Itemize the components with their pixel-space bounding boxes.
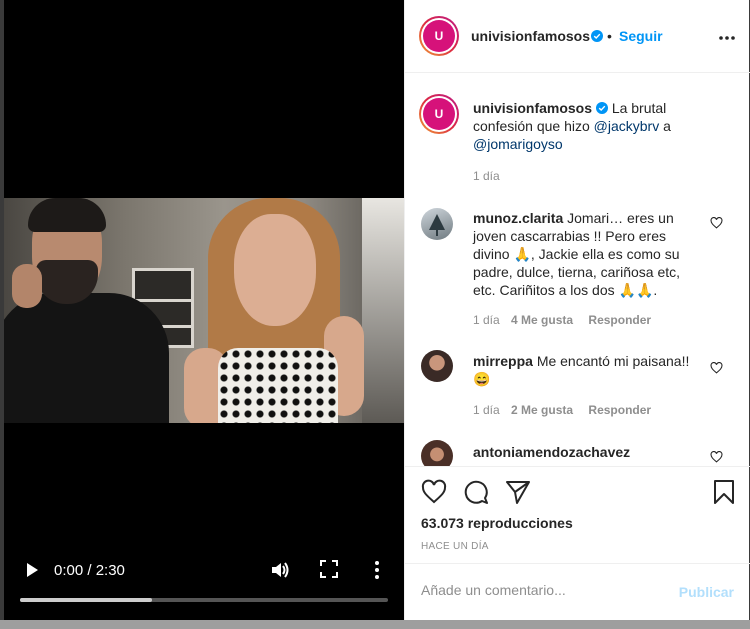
views-count[interactable]: 63.073 reproducciones (421, 515, 573, 531)
reply-button[interactable]: Responder (588, 313, 651, 327)
comment-avatar[interactable] (421, 440, 453, 466)
video-time: 0:00 / 2:30 (54, 562, 125, 579)
comment-likes[interactable]: 4 Me gusta (511, 313, 573, 327)
comment-text: mirreppa Me encantó mi paisana!!😄 (473, 353, 690, 387)
comment-avatar[interactable] (421, 350, 453, 382)
comment-bubble-icon[interactable] (463, 479, 489, 505)
publish-button[interactable]: Publicar (679, 584, 734, 600)
comment-text: antoniamendozachavez (473, 443, 693, 461)
like-comment-heart-icon[interactable] (710, 451, 723, 463)
reply-button[interactable]: Responder (588, 403, 651, 417)
post-header: U univisionfamosos • Seguir (405, 0, 750, 73)
caption-username[interactable]: univisionfamosos (473, 100, 592, 116)
avatar[interactable]: U (419, 16, 459, 56)
header-username[interactable]: univisionfamosos (471, 28, 590, 44)
video-frame (4, 198, 404, 423)
video-controls: 0:00 / 2:30 (4, 550, 404, 620)
comment-username[interactable]: antoniamendozachavez (473, 444, 630, 460)
caption-text: univisionfamosos La brutal confesión que… (473, 100, 671, 152)
comment-text: munoz.clarita Jomari… eres un joven casc… (473, 210, 681, 298)
video-person-left (4, 198, 169, 423)
caption-avatar[interactable]: U (419, 94, 459, 134)
post-timestamp: HACE UN DÍA (421, 541, 489, 552)
mention-link[interactable]: @jomarigoyso (473, 136, 563, 152)
video-progress-fill (20, 598, 153, 602)
video-progress-bar[interactable] (20, 598, 388, 602)
play-icon[interactable] (24, 562, 40, 578)
volume-icon[interactable] (270, 560, 290, 580)
page-bottom-strip (0, 620, 750, 629)
verified-badge-icon (595, 102, 608, 114)
more-vertical-icon[interactable] (370, 560, 384, 580)
instagram-post-modal: 0:00 / 2:30 U univisionfamosos • Seguir … (0, 0, 750, 629)
fullscreen-icon[interactable] (320, 560, 338, 578)
comment-input[interactable] (421, 582, 671, 598)
univision-logo-icon: U (423, 20, 455, 52)
comment-likes[interactable]: 2 Me gusta (511, 403, 573, 417)
comment-composer: Publicar (405, 563, 750, 620)
comment-username[interactable]: munoz.clarita (473, 210, 563, 226)
comment-username[interactable]: mirreppa (473, 353, 533, 369)
comment-meta: 1 día 2 Me gusta Responder (473, 403, 652, 417)
share-send-icon[interactable] (505, 479, 531, 505)
video-player[interactable]: 0:00 / 2:30 (4, 0, 404, 620)
like-comment-heart-icon[interactable] (710, 217, 723, 229)
like-comment-heart-icon[interactable] (710, 362, 723, 374)
like-heart-icon[interactable] (421, 479, 447, 505)
post-actions: 63.073 reproducciones HACE UN DÍA (405, 466, 750, 562)
post-side-panel: U univisionfamosos • Seguir U univisionf… (404, 0, 750, 620)
more-options-icon[interactable] (718, 35, 736, 41)
verified-badge-icon (591, 30, 603, 42)
comment-avatar[interactable] (421, 208, 453, 240)
caption-time: 1 día (473, 169, 500, 183)
video-person-right (184, 198, 364, 423)
mention-link[interactable]: @jackybrv (594, 118, 660, 134)
comments-list[interactable]: U univisionfamosos La brutal confesión q… (405, 74, 750, 466)
save-bookmark-icon[interactable] (711, 479, 737, 505)
comment-meta: 1 día 4 Me gusta Responder (473, 313, 652, 327)
follow-button[interactable]: Seguir (619, 28, 663, 44)
